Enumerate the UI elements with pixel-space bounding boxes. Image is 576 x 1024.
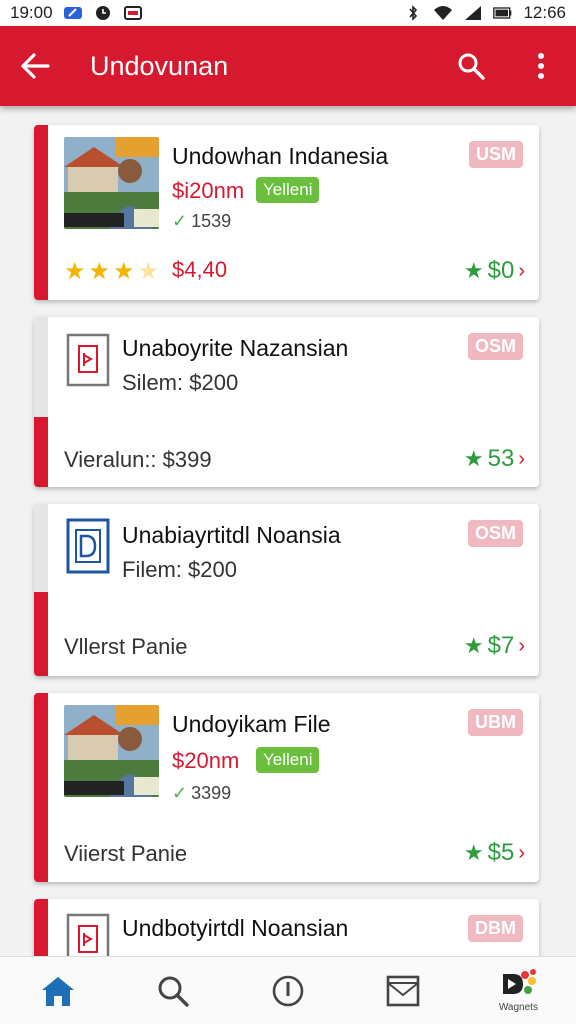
item-title: Unabiayrtitdl Noansia: [122, 522, 341, 548]
item-tag: DBM: [468, 915, 523, 942]
star-icon: ★: [463, 446, 484, 471]
item-views-value: 1539: [191, 211, 232, 231]
clock-notification-icon: [95, 6, 110, 20]
rating-value: $5: [487, 839, 515, 866]
document-icon: [66, 913, 110, 956]
item-footer: Viierst Panie: [64, 841, 188, 866]
nav-wagnets-label: Wagnets: [498, 1002, 538, 1013]
search-icon: [158, 976, 189, 1007]
item-tag: UBM: [468, 709, 523, 736]
bluetooth-icon: [409, 5, 418, 21]
overflow-menu-button[interactable]: [506, 26, 576, 106]
result-list: Undowhan Indanesia $i20nm Yelleni ✓ 1539…: [0, 106, 576, 956]
star-rating: ★ ★ ★ ★: [64, 257, 159, 286]
check-icon: ✓: [172, 783, 188, 803]
battery-icon: [493, 7, 512, 19]
signal-icon: [465, 6, 482, 20]
rating-value: $0: [487, 257, 515, 284]
document-icon: [66, 333, 110, 387]
search-button[interactable]: [436, 26, 506, 106]
app-notification-icon: [63, 7, 82, 19]
item-subtitle: Silem: $200: [122, 370, 239, 395]
back-arrow-icon: [21, 53, 50, 79]
more-vert-icon: [538, 53, 544, 79]
rating-value: $7: [487, 632, 515, 659]
item-tag: OSM: [467, 333, 523, 360]
item-tag: USM: [469, 141, 523, 168]
item-title: Unaboyrite Nazansian: [122, 335, 349, 361]
status-bar: 19:00 12:66: [0, 0, 576, 26]
star-icon: ★: [137, 258, 160, 285]
item-footer: Vieralun:: $399: [64, 447, 212, 472]
item-badge: Yelleni: [256, 747, 320, 773]
status-time: 19:00: [10, 3, 53, 22]
nav-wagnets[interactable]: Wagnets: [461, 957, 576, 1024]
item-views: ✓ 3399: [172, 783, 231, 804]
star-icon: ★: [64, 258, 86, 285]
bottom-navigation: Wagnets: [0, 956, 576, 1024]
item-thumbnail: [64, 705, 159, 797]
document-icon: [66, 518, 110, 574]
accent-stripe: [34, 693, 48, 882]
star-icon: ★: [463, 258, 484, 283]
message-notification-icon: [123, 6, 142, 20]
item-rating[interactable]: ★ $5 ›: [464, 839, 525, 867]
rating-value: 53: [487, 445, 515, 472]
list-item[interactable]: Unabiayrtitdl Noansia Filem: $200 OSM Vl…: [34, 504, 539, 676]
accent-stripe: [34, 592, 48, 676]
item-price: $i20nm: [172, 178, 245, 203]
accent-stripe: [34, 899, 48, 956]
list-item[interactable]: Undbotyirtdl Noansian DBM: [34, 899, 539, 956]
inbox-icon: [386, 975, 420, 1006]
accent-stripe: [34, 417, 48, 487]
chevron-right-icon: ›: [518, 841, 525, 864]
item-rating[interactable]: ★ $0 ›: [464, 257, 525, 285]
accent-stripe: [34, 125, 48, 300]
app-bar: Undovunan: [0, 26, 576, 106]
list-item[interactable]: Undowhan Indanesia $i20nm Yelleni ✓ 1539…: [34, 125, 539, 300]
wifi-icon: [434, 6, 453, 20]
list-item[interactable]: Undoyikam File $20nm Yelleni ✓ 3399 UBM …: [34, 693, 539, 882]
check-icon: ✓: [172, 211, 188, 231]
item-tag: OSM: [467, 520, 523, 547]
item-footer: Vllerst Panie: [64, 634, 188, 659]
item-rating[interactable]: ★ $7 ›: [464, 632, 525, 660]
item-rating[interactable]: ★ 53 ›: [464, 445, 525, 473]
nav-home[interactable]: [0, 957, 115, 1024]
wagnets-logo-icon: [503, 969, 537, 994]
star-icon: ★: [113, 258, 135, 285]
item-subtitle: Filem: $200: [122, 557, 237, 582]
item-badge: Yelleni: [256, 177, 320, 203]
chevron-right-icon: ›: [518, 259, 525, 282]
star-icon: ★: [463, 633, 484, 658]
home-icon: [41, 976, 74, 1006]
item-title: Undowhan Indanesia: [172, 143, 389, 169]
star-icon: ★: [88, 258, 111, 285]
chevron-right-icon: ›: [518, 447, 525, 470]
status-clock: 12:66: [523, 3, 566, 22]
back-button[interactable]: [0, 26, 70, 106]
item-views-value: 3399: [191, 783, 232, 803]
item-title: Undbotyirtdl Noansian: [122, 915, 349, 941]
item-thumbnail: [64, 137, 159, 229]
nav-info[interactable]: [230, 957, 345, 1024]
search-icon: [458, 53, 485, 80]
list-item[interactable]: Unaboyrite Nazansian Silem: $200 OSM Vie…: [34, 317, 539, 487]
item-price: $20nm: [172, 748, 240, 773]
chevron-right-icon: ›: [518, 634, 525, 657]
nav-inbox[interactable]: [346, 957, 461, 1024]
item-footer-price: $4,40: [172, 257, 228, 282]
nav-search[interactable]: [115, 957, 230, 1024]
star-icon: ★: [463, 840, 484, 865]
page-title: Undovunan: [90, 50, 229, 81]
info-circle-icon: [272, 975, 304, 1006]
item-title: Undoyikam File: [172, 711, 331, 737]
item-views: ✓ 1539: [172, 211, 231, 232]
